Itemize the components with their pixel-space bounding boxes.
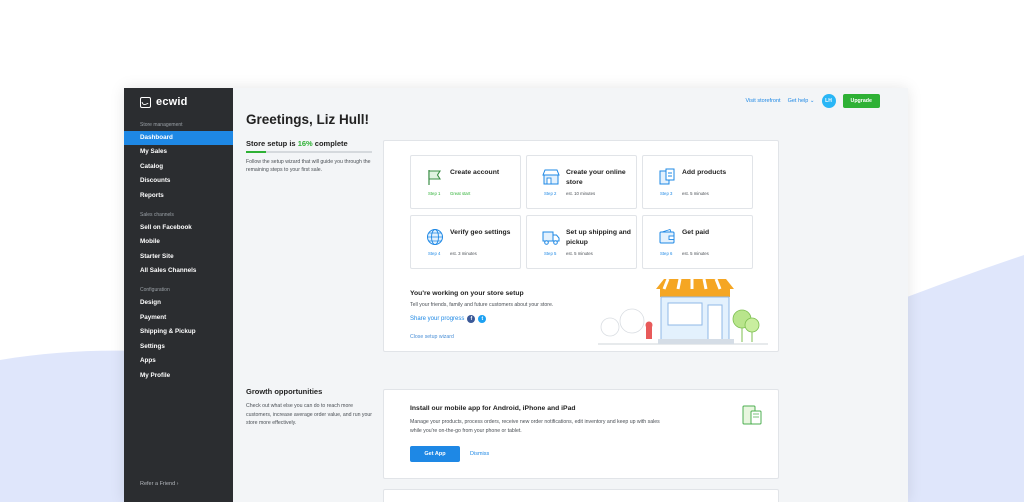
flag-icon	[428, 170, 441, 185]
working-title: You're working on your store setup	[410, 290, 524, 297]
twitter-icon[interactable]: t	[478, 315, 487, 323]
step-tile-add-products[interactable]: Add products Step 3 est. 5 minutes	[642, 155, 753, 209]
setup-description: Follow the setup wizard that will guide …	[246, 158, 371, 174]
get-app-button[interactable]: Get App	[410, 446, 460, 462]
share-progress-link[interactable]: Share your progress	[410, 316, 464, 322]
logo-icon	[140, 96, 151, 108]
step-tile-create-account[interactable]: Create account Step 1 Great start	[410, 155, 521, 209]
step-meta: Great start	[450, 191, 471, 196]
mobile-app-title: Install our mobile app for Android, iPho…	[410, 405, 576, 412]
step-title: Get paid	[682, 229, 710, 236]
step-number: Step 5	[544, 251, 557, 256]
step-meta: est. 5 minutes	[682, 251, 709, 256]
storefront-icon	[542, 169, 560, 185]
next-opportunity-card	[383, 489, 779, 502]
step-number: Step 6	[660, 251, 673, 256]
app-window: ecwid Store management Dashboard My Sale…	[124, 88, 908, 502]
facebook-icon[interactable]: f	[467, 315, 476, 323]
setup-title: Store setup is 16% complete	[246, 139, 372, 148]
visit-storefront-link[interactable]: Visit storefront	[746, 98, 781, 104]
mobile-devices-icon	[742, 405, 762, 425]
truck-icon	[542, 231, 560, 245]
sidebar-item-payment[interactable]: Payment	[124, 311, 233, 325]
setup-wizard-card: Create account Step 1 Great start Create…	[383, 140, 779, 352]
setup-progress-fill	[246, 151, 267, 153]
share-progress: Share your progress f t	[410, 315, 487, 323]
sidebar-item-my-sales[interactable]: My Sales	[124, 145, 233, 159]
refer-a-friend-link[interactable]: Refer a Friend ›	[140, 481, 179, 487]
sidebar-item-catalog[interactable]: Catalog	[124, 160, 233, 174]
setup-title-suffix: complete	[312, 139, 348, 148]
page-title: Greetings, Liz Hull!	[246, 112, 370, 127]
sidebar-item-sell-on-facebook[interactable]: Sell on Facebook	[124, 221, 233, 235]
section-sales-channels: Sales channels	[140, 212, 174, 218]
wallet-icon	[659, 228, 675, 244]
growth-summary: Growth opportunities Check out what else…	[246, 387, 372, 428]
step-tile-get-paid[interactable]: Get paid Step 6 est. 5 minutes	[642, 215, 753, 269]
close-setup-wizard-link[interactable]: Close setup wizard	[410, 334, 454, 340]
sidebar-item-my-profile[interactable]: My Profile	[124, 369, 233, 383]
setup-title-prefix: Store setup is	[246, 139, 298, 148]
step-tile-verify-geo[interactable]: Verify geo settings Step 4 est. 3 minute…	[410, 215, 521, 269]
sidebar-item-shipping-pickup[interactable]: Shipping & Pickup	[124, 325, 233, 339]
sidebar: ecwid Store management Dashboard My Sale…	[124, 88, 233, 502]
sidebar-item-settings[interactable]: Settings	[124, 340, 233, 354]
mobile-app-card: Install our mobile app for Android, iPho…	[383, 389, 779, 479]
step-tile-shipping[interactable]: Set up shipping and pickup Step 5 est. 5…	[526, 215, 637, 269]
step-meta: est. 10 minutes	[566, 191, 596, 196]
upgrade-button[interactable]: Upgrade	[842, 94, 880, 108]
globe-icon	[427, 229, 443, 245]
step-meta: est. 5 minutes	[682, 191, 709, 196]
step-title: Add products	[682, 169, 727, 176]
step-meta: est. 3 minutes	[450, 251, 477, 256]
sidebar-item-all-sales-channels[interactable]: All Sales Channels	[124, 264, 233, 278]
sidebar-item-starter-site[interactable]: Starter Site	[124, 250, 233, 264]
growth-description: Check out what else you can do to reach …	[246, 403, 373, 427]
growth-title: Growth opportunities	[246, 387, 323, 396]
top-bar: Visit storefront Get help ⌄ LH Upgrade	[746, 94, 880, 108]
sidebar-item-reports[interactable]: Reports	[124, 189, 233, 203]
step-meta: est. 5 minutes	[566, 251, 593, 256]
mobile-app-description: Manage your products, process orders, re…	[410, 419, 660, 434]
step-number: Step 2	[544, 191, 557, 196]
step-tile-create-store[interactable]: Create your online store Step 2 est. 10 …	[526, 155, 637, 209]
dismiss-link[interactable]: Dismiss	[470, 451, 489, 457]
products-icon	[659, 168, 675, 185]
setup-summary: Store setup is 16% complete Follow the s…	[246, 139, 372, 175]
setup-percent: 16%	[297, 139, 313, 148]
avatar[interactable]: LH	[821, 94, 836, 108]
step-title: Create your online store	[566, 169, 626, 186]
section-store-management: Store management	[140, 122, 183, 128]
step-title: Create account	[450, 169, 500, 176]
step-title: Verify geo settings	[450, 229, 511, 236]
sidebar-item-mobile[interactable]: Mobile	[124, 235, 233, 249]
sidebar-item-design[interactable]: Design	[124, 296, 233, 310]
logo-text: ecwid	[156, 96, 188, 108]
sidebar-item-apps[interactable]: Apps	[124, 354, 233, 368]
setup-progress-bar	[246, 151, 372, 153]
sidebar-item-discounts[interactable]: Discounts	[124, 174, 233, 188]
sidebar-item-dashboard[interactable]: Dashboard	[124, 131, 233, 145]
step-number: Step 3	[660, 191, 673, 196]
storefront-illustration	[598, 278, 768, 345]
get-help-menu[interactable]: Get help ⌄	[788, 98, 815, 104]
ecwid-logo[interactable]: ecwid	[140, 96, 188, 108]
step-number: Step 1	[428, 191, 441, 196]
step-title: Set up shipping and pickup	[566, 229, 631, 246]
step-number: Step 4	[428, 251, 441, 256]
section-configuration: Configuration	[140, 287, 170, 293]
working-description: Tell your friends, family and future cus…	[410, 302, 554, 308]
